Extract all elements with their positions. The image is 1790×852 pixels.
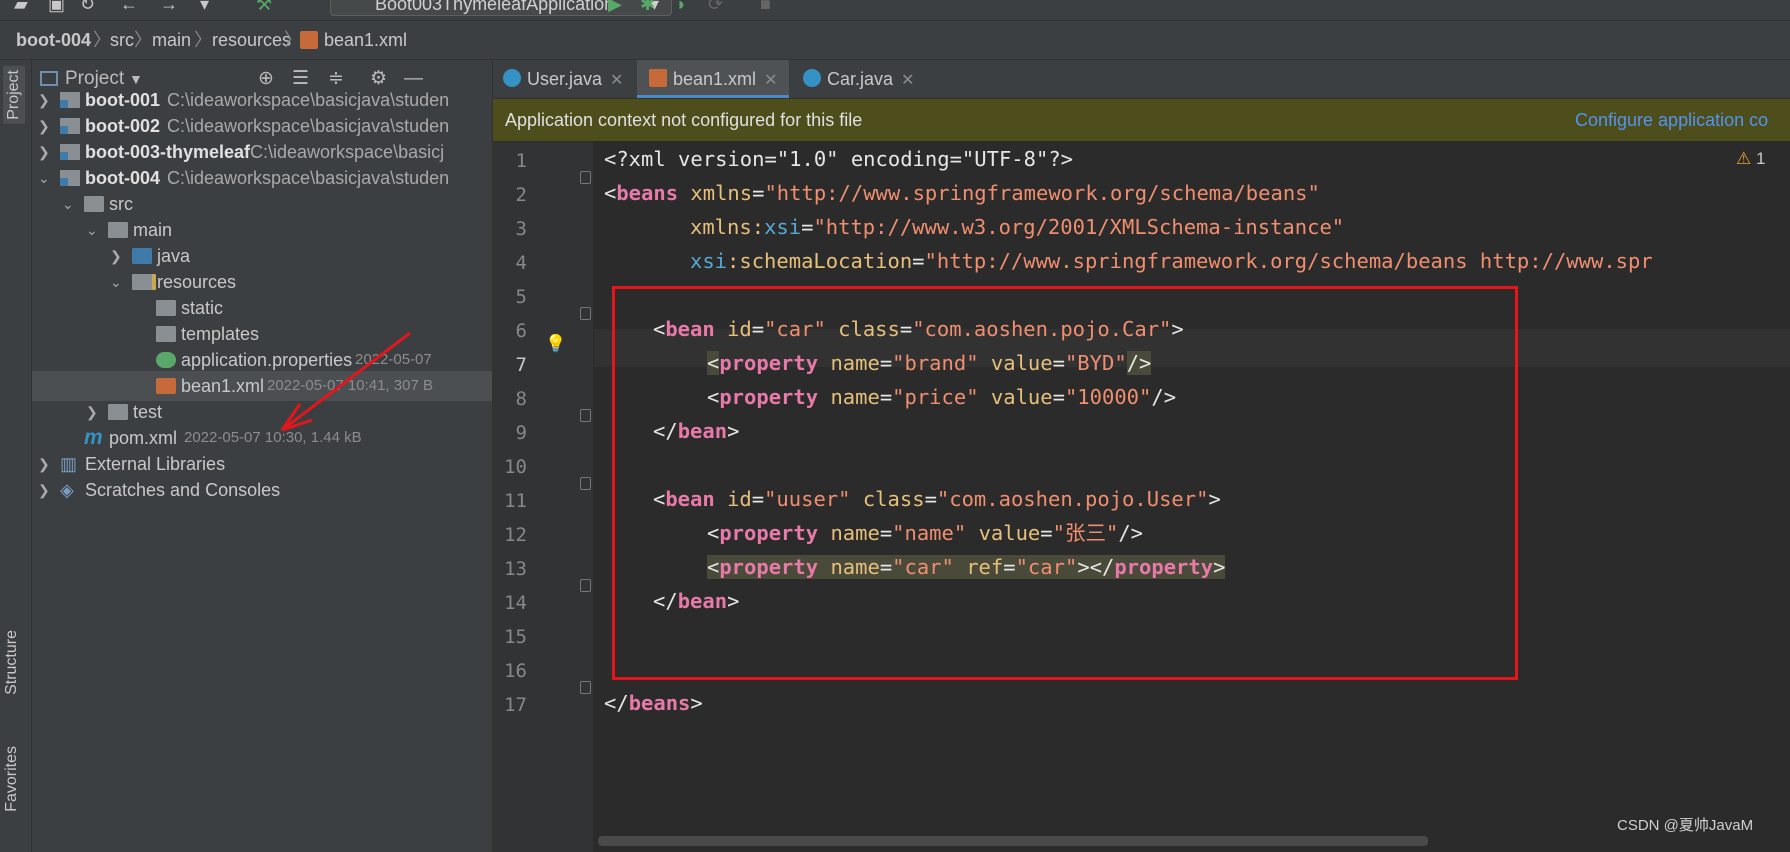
annotation-arrow bbox=[280, 331, 411, 432]
watermark-text: CSDN @夏帅JavaM bbox=[1617, 817, 1754, 834]
annotation-arrow-shaft bbox=[281, 331, 411, 432]
